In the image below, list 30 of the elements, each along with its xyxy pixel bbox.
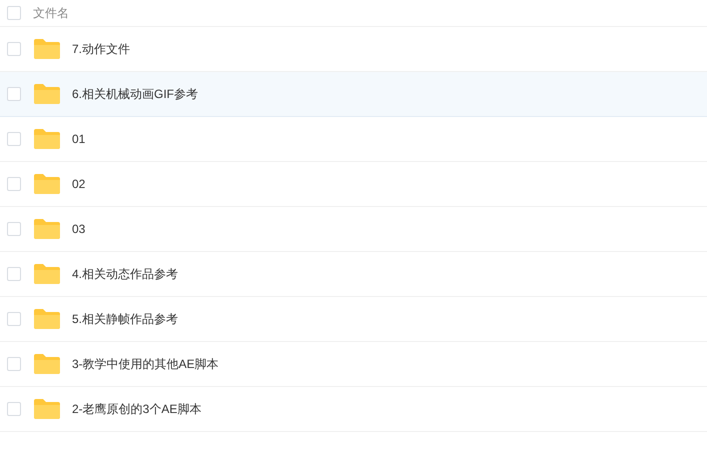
file-name[interactable]: 4.相关动态作品参考 (72, 265, 178, 283)
column-header[interactable]: 文件名 (33, 4, 69, 22)
checkbox[interactable] (7, 87, 21, 101)
file-name[interactable]: 03 (72, 220, 86, 238)
folder-icon (33, 263, 61, 285)
folder-icon (33, 173, 61, 195)
file-row[interactable]: 6.相关机械动画GIF参考 (0, 72, 707, 117)
file-name[interactable]: 3-教学中使用的其他AE脚本 (72, 355, 219, 373)
checkbox[interactable] (7, 6, 21, 20)
folder-icon (33, 38, 61, 60)
checkbox[interactable] (7, 402, 21, 416)
checkbox[interactable] (7, 312, 21, 326)
checkbox[interactable] (7, 267, 21, 281)
folder-icon (33, 353, 61, 375)
checkbox[interactable] (7, 177, 21, 191)
folder-icon (33, 128, 61, 150)
folder-icon (33, 83, 61, 105)
folder-icon (33, 218, 61, 240)
file-name[interactable]: 2-老鹰原创的3个AE脚本 (72, 400, 202, 418)
file-name[interactable]: 7.动作文件 (72, 40, 130, 58)
file-name[interactable]: 01 (72, 130, 86, 148)
folder-icon (33, 398, 61, 420)
file-name[interactable]: 02 (72, 175, 86, 193)
folder-icon (33, 308, 61, 330)
file-name[interactable]: 6.相关机械动画GIF参考 (72, 85, 198, 103)
checkbox[interactable] (7, 42, 21, 56)
file-name[interactable]: 5.相关静帧作品参考 (72, 310, 178, 328)
checkbox[interactable] (7, 132, 21, 146)
checkbox[interactable] (7, 357, 21, 371)
checkbox[interactable] (7, 222, 21, 236)
